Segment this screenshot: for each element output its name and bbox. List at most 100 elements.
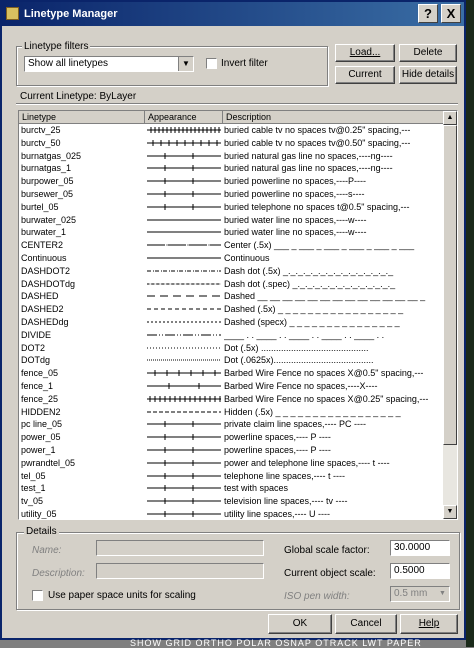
scroll-up-icon[interactable]: ▲	[443, 111, 457, 125]
table-row[interactable]: DOT2Dot (.5x) ..........................…	[19, 342, 444, 355]
linetype-description: Barbed Wire Fence no spaces X@0.5" spaci…	[224, 367, 442, 379]
global-scale-input[interactable]: 30.0000	[390, 540, 450, 556]
linetype-description: powerline spaces,---- P ----	[224, 444, 442, 456]
help-icon[interactable]: ?	[418, 4, 438, 23]
scroll-thumb[interactable]	[443, 125, 457, 445]
linetype-appearance-preview	[147, 162, 221, 174]
linetype-name: pc line_05	[21, 418, 62, 430]
vertical-scrollbar[interactable]: ▲ ▼	[443, 111, 457, 519]
filters-group-label: Linetype filters	[22, 41, 90, 52]
linetype-name: test_1	[21, 482, 46, 494]
delete-button-label: Delete	[414, 47, 443, 58]
chevron-down-icon[interactable]: ▼	[436, 587, 449, 601]
table-row[interactable]: bursewer_05buried powerline no spaces,--…	[19, 188, 444, 201]
table-row[interactable]: pc line_05private claim line spaces,----…	[19, 418, 444, 431]
linetype-list[interactable]: Linetype Appearance Description burctv_2…	[18, 110, 458, 520]
table-row[interactable]: fence_05Barbed Wire Fence no spaces X@0.…	[19, 367, 444, 380]
cancel-button[interactable]: Cancel	[335, 614, 397, 634]
table-row[interactable]: ContinuousContinuous	[19, 252, 444, 265]
table-row[interactable]: DIVIDE____ . . ____ . . ____ . . ____ . …	[19, 329, 444, 342]
table-row[interactable]: DASHDOT2 Dash dot (.5x) _._._._._._._._._…	[19, 265, 444, 278]
table-row[interactable]: DOTdgDot (.0625x).......................…	[19, 354, 444, 367]
delete-button[interactable]: Delete	[399, 44, 457, 62]
linetype-description: Continuous	[224, 252, 442, 264]
table-row[interactable]: DASHED2Dashed (.5x) _ _ _ _ _ _ _ _ _ _ …	[19, 303, 444, 316]
header-linetype[interactable]: Linetype	[19, 111, 145, 124]
linetype-description: utility line spaces,---- U ----	[224, 508, 442, 520]
linetype-name: HIDDEN2	[21, 406, 61, 418]
linetype-description: Barbed Wire Fence no spaces X@0.25" spac…	[224, 393, 442, 405]
cancel-button-label: Cancel	[350, 618, 381, 629]
linetype-name: DASHDOTdg	[21, 278, 75, 290]
linetype-name: DASHDOT2	[21, 265, 70, 277]
table-row[interactable]: fence_25Barbed Wire Fence no spaces X@0.…	[19, 393, 444, 406]
table-row[interactable]: tv_05television line spaces,---- tv ----	[19, 495, 444, 508]
table-row[interactable]: pwrandtel_05power and telephone line spa…	[19, 457, 444, 470]
hide-details-button[interactable]: Hide details	[399, 66, 457, 84]
table-row[interactable]: utility_05utility line spaces,---- U ---…	[19, 508, 444, 520]
header-description[interactable]: Description	[223, 111, 444, 124]
linetype-appearance-preview	[147, 380, 221, 392]
linetype-appearance-preview	[147, 124, 221, 136]
help-button[interactable]: Help	[400, 614, 458, 634]
table-row[interactable]: burnatgas_1buried natural gas line no sp…	[19, 162, 444, 175]
linetype-description: telephone line spaces,---- t ----	[224, 470, 442, 482]
linetype-description: Dash dot (.5x) _._._._._._._._._._._._._…	[224, 265, 442, 277]
table-row[interactable]: HIDDEN2Hidden (.5x) _ _ _ _ _ _ _ _ _ _ …	[19, 406, 444, 419]
linetype-name: CENTER2	[21, 239, 63, 251]
ok-button[interactable]: OK	[268, 614, 332, 634]
linetype-description: Dash dot (.spec) _._._._._._._._._._._._…	[224, 278, 442, 290]
table-row[interactable]: burwater_025buried water line no spaces,…	[19, 214, 444, 227]
linetype-description: buried telephone no spaces t@0.5" spacin…	[224, 201, 442, 213]
linetype-description: test with spaces	[224, 482, 442, 494]
chevron-down-icon[interactable]: ▼	[178, 57, 193, 71]
name-field[interactable]	[96, 540, 264, 556]
scroll-down-icon[interactable]: ▼	[443, 505, 457, 519]
title-bar[interactable]: Linetype Manager ? X	[2, 2, 464, 26]
linetype-name: DASHED2	[21, 303, 64, 315]
table-row[interactable]: burpower_05buried powerline no spaces,--…	[19, 175, 444, 188]
object-scale-input[interactable]: 0.5000	[390, 563, 450, 579]
table-row[interactable]: burctv_25buried cable tv no spaces tv@0.…	[19, 124, 444, 137]
linetype-appearance-preview	[147, 303, 221, 315]
global-scale-label: Global scale factor:	[284, 545, 370, 556]
linetype-description: ____ . . ____ . . ____ . . ____ . . ____…	[224, 329, 442, 341]
table-row[interactable]: burctv_50buried cable tv no spaces tv@0.…	[19, 137, 444, 150]
table-row[interactable]: test_1 test with spaces	[19, 482, 444, 495]
linetype-appearance-preview	[147, 137, 221, 149]
table-row[interactable]: burtel_05buried telephone no spaces t@0.…	[19, 201, 444, 214]
table-row[interactable]: power_1 powerline spaces,---- P ----	[19, 444, 444, 457]
linetype-appearance-preview	[147, 470, 221, 482]
linetype-name: burctv_50	[21, 137, 61, 149]
table-row[interactable]: DASHEDDashed __ __ __ __ __ __ __ __ __ …	[19, 290, 444, 303]
linetype-description: Dot (.0625x)............................…	[224, 354, 442, 366]
linetype-name: burnatgas_1	[21, 162, 71, 174]
table-row[interactable]: fence_1Barbed Wire Fence no spaces,----X…	[19, 380, 444, 393]
linetype-appearance-preview	[147, 508, 221, 520]
linetype-name: burpower_05	[21, 175, 74, 187]
linetype-name: burwater_1	[21, 226, 66, 238]
table-row[interactable]: burnatgas_025buried natural gas line no …	[19, 150, 444, 163]
linetype-appearance-preview	[147, 406, 221, 418]
ok-button-label: OK	[293, 618, 307, 629]
close-icon[interactable]: X	[441, 4, 461, 23]
linetype-filter-dropdown[interactable]: Show all linetypes ▼	[24, 56, 194, 72]
current-button[interactable]: Current	[335, 66, 395, 84]
table-row[interactable]: DASHDOTdg Dash dot (.spec) _._._._._._._.…	[19, 278, 444, 291]
linetype-appearance-preview	[147, 214, 221, 226]
load-button[interactable]: Load...	[335, 44, 395, 62]
paper-space-checkbox[interactable]	[32, 590, 43, 601]
invert-filter-checkbox[interactable]	[206, 58, 217, 69]
linetype-name: power_1	[21, 444, 56, 456]
table-row[interactable]: burwater_1buried water line no spaces,--…	[19, 226, 444, 239]
table-row[interactable]: DASHEDdgDashed (specx) _ _ _ _ _ _ _ _ _…	[19, 316, 444, 329]
name-label: Name:	[32, 545, 61, 556]
table-row[interactable]: power_05powerline spaces,---- P ----	[19, 431, 444, 444]
table-row[interactable]: CENTER2Center (.5x) ___ _ ___ _ ___ _ __…	[19, 239, 444, 252]
linetype-description: Barbed Wire Fence no spaces,----X----	[224, 380, 442, 392]
table-row[interactable]: tel_05telephone line spaces,---- t ----	[19, 470, 444, 483]
header-appearance[interactable]: Appearance	[145, 111, 223, 124]
description-field[interactable]	[96, 563, 264, 579]
iso-pen-dropdown[interactable]: 0.5 mm ▼	[390, 586, 450, 602]
linetype-name: power_05	[21, 431, 61, 443]
